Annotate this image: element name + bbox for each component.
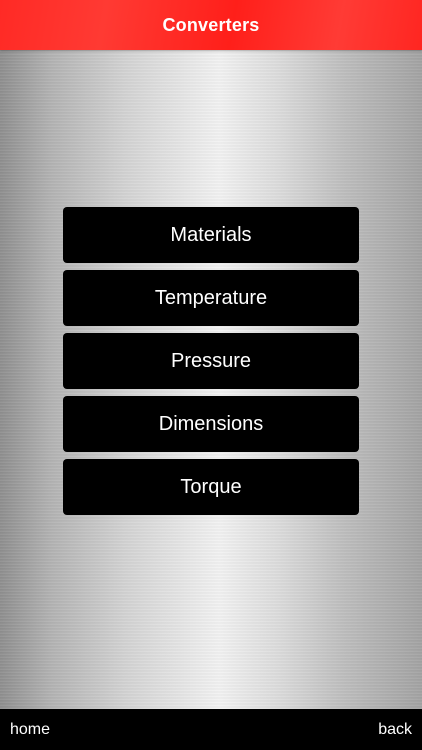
dimensions-button[interactable]: Dimensions — [63, 396, 359, 452]
torque-button[interactable]: Torque — [63, 459, 359, 515]
bottom-nav-bar: home back — [0, 709, 422, 750]
page-title: Converters — [162, 14, 260, 35]
converter-menu: Materials Temperature Pressure Dimension… — [63, 207, 359, 522]
temperature-button[interactable]: Temperature — [63, 270, 359, 326]
home-link[interactable]: home — [10, 721, 50, 739]
app-screen: Converters Materials Temperature Pressur… — [0, 0, 422, 750]
main-content: Materials Temperature Pressure Dimension… — [0, 50, 422, 709]
materials-button[interactable]: Materials — [63, 207, 359, 263]
back-link[interactable]: back — [378, 721, 412, 739]
pressure-button[interactable]: Pressure — [63, 333, 359, 389]
header-bar: Converters — [0, 0, 422, 50]
